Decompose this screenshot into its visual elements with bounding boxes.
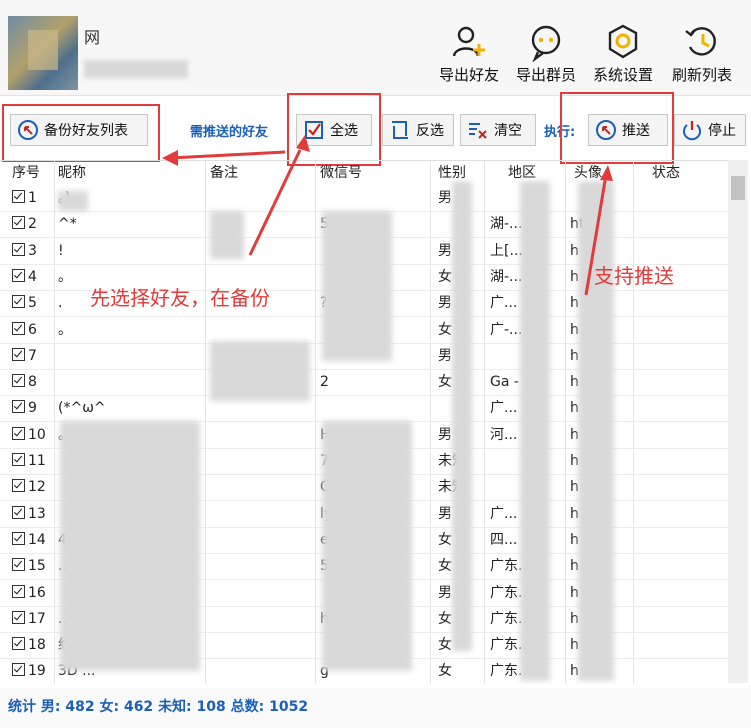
annotation-push-hint: 支持推送	[594, 264, 674, 288]
annotation-arrows	[162, 135, 613, 296]
annotation-select-hint: 先选择好友，在备份	[90, 286, 270, 310]
